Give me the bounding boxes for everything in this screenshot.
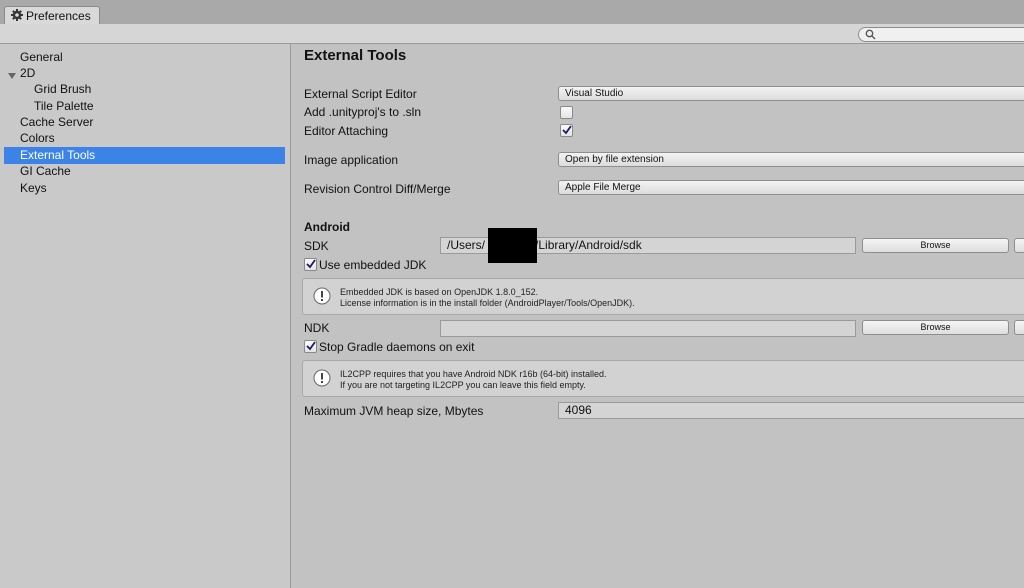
sidebar-item-external-tools[interactable]: External Tools xyxy=(4,147,285,164)
editor-attaching-label: Editor Attaching xyxy=(304,124,389,138)
sdk-label: SDK xyxy=(304,239,329,253)
sidebar-item-keys[interactable]: Keys xyxy=(20,180,47,197)
page-title: External Tools xyxy=(304,47,407,64)
android-heading: Android xyxy=(304,220,350,234)
checkmark-icon xyxy=(306,259,316,269)
il2cpp-help-line2: If you are not targeting IL2CPP you can … xyxy=(340,380,586,390)
revision-control-label: Revision Control Diff/Merge xyxy=(304,182,451,196)
il2cpp-help-box: IL2CPP requires that you have Android ND… xyxy=(302,360,1024,397)
sidebar-item-colors[interactable]: Colors xyxy=(20,130,55,147)
ndk-download-button[interactable] xyxy=(1014,320,1024,335)
toolbar xyxy=(0,24,1024,44)
checkmark-icon xyxy=(306,341,316,351)
add-unityproj-label: Add .unityproj's to .sln xyxy=(304,105,422,119)
jdk-help-line1: Embedded JDK is based on OpenJDK 1.8.0_1… xyxy=(340,287,539,297)
jdk-help-line2: License information is in the install fo… xyxy=(340,298,635,308)
sidebar-item-2d[interactable]: 2D xyxy=(20,65,35,82)
sdk-path-prefix: /Users/ xyxy=(447,238,486,252)
tab-preferences[interactable]: Preferences xyxy=(4,6,100,25)
sdk-download-button[interactable] xyxy=(1014,238,1024,253)
sdk-browse-button[interactable]: Browse xyxy=(862,238,1009,253)
jdk-help-box: Embedded JDK is based on OpenJDK 1.8.0_1… xyxy=(302,278,1024,315)
info-icon xyxy=(313,287,331,305)
tab-title: Preferences xyxy=(26,9,91,23)
editor-attaching-checkbox[interactable] xyxy=(560,124,573,137)
sidebar-item-cache-server[interactable]: Cache Server xyxy=(20,114,93,131)
jvm-heap-label: Maximum JVM heap size, Mbytes xyxy=(304,404,484,418)
sidebar-item-grid-brush[interactable]: Grid Brush xyxy=(34,81,91,98)
external-script-editor-dropdown[interactable]: Visual Studio xyxy=(558,86,1024,101)
image-application-label: Image application xyxy=(304,153,399,167)
main-panel xyxy=(292,44,1024,588)
use-embedded-jdk-checkbox[interactable] xyxy=(304,258,317,271)
ndk-browse-button[interactable]: Browse xyxy=(862,320,1009,335)
jvm-heap-field[interactable]: 4096 xyxy=(558,402,1024,419)
use-embedded-jdk-label: Use embedded JDK xyxy=(319,258,427,272)
info-icon xyxy=(313,369,331,387)
sdk-path-suffix: /Library/Android/sdk xyxy=(535,238,642,252)
add-unityproj-checkbox[interactable] xyxy=(560,106,573,119)
redaction-box xyxy=(488,228,537,263)
stop-gradle-label: Stop Gradle daemons on exit xyxy=(319,340,475,354)
revision-control-dropdown[interactable]: Apple File Merge xyxy=(558,180,1024,195)
expand-arrow-icon[interactable] xyxy=(8,73,16,79)
search-input[interactable] xyxy=(858,27,1024,42)
stop-gradle-checkbox[interactable] xyxy=(304,340,317,353)
image-application-dropdown[interactable]: Open by file extension xyxy=(558,152,1024,167)
sidebar-item-tile-palette[interactable]: Tile Palette xyxy=(34,98,94,115)
checkmark-icon xyxy=(562,125,572,135)
gear-icon xyxy=(11,8,23,24)
ndk-label: NDK xyxy=(304,321,330,335)
external-script-editor-label: External Script Editor xyxy=(304,87,417,101)
tab-bar: Preferences xyxy=(0,0,1024,25)
sidebar-item-gi-cache[interactable]: GI Cache xyxy=(20,163,71,180)
il2cpp-help-line1: IL2CPP requires that you have Android ND… xyxy=(340,369,607,379)
ndk-path-field[interactable] xyxy=(440,320,856,337)
sidebar-item-general[interactable]: General xyxy=(20,49,63,66)
